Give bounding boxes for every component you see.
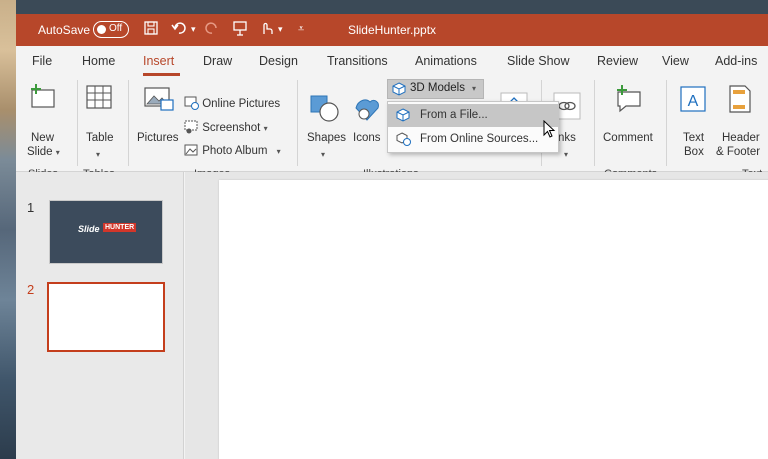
3d-models-menu: From a File... From Online Sources... xyxy=(387,101,559,153)
cube-icon xyxy=(396,108,410,122)
ribbon-tabs: File Home Insert Draw Design Transitions… xyxy=(16,46,768,76)
tab-view[interactable]: View xyxy=(662,54,689,68)
new-slide-label-1[interactable]: New xyxy=(31,131,54,145)
slidehunter-logo-slide: Slide xyxy=(78,224,100,234)
slide-number: 2 xyxy=(27,282,35,297)
separator xyxy=(77,80,78,166)
tab-insert[interactable]: Insert xyxy=(143,54,174,68)
tab-transitions[interactable]: Transitions xyxy=(327,54,388,68)
screenshot-icon xyxy=(184,120,198,134)
tab-slide-show[interactable]: Slide Show xyxy=(507,54,570,68)
menu-item-label: From Online Sources... xyxy=(420,133,539,145)
3d-models-button[interactable]: 3D Models ▾ xyxy=(387,79,484,99)
svg-text:A: A xyxy=(688,93,699,110)
pictures-icon[interactable] xyxy=(143,84,175,117)
separator xyxy=(297,80,298,166)
screenshot-label: Screenshot xyxy=(202,122,261,134)
text-box-icon[interactable]: A xyxy=(678,84,708,117)
slidehunter-logo-hunter: HUNTER xyxy=(103,223,137,232)
slide-editing-area xyxy=(185,172,768,459)
document-title: SlideHunter.pptx xyxy=(347,23,437,37)
online-pictures-icon xyxy=(184,96,199,110)
slide-number: 1 xyxy=(27,200,35,215)
tab-add-ins[interactable]: Add-ins xyxy=(715,54,757,68)
separator xyxy=(594,80,595,166)
new-slide-button[interactable]: Slide ▾ xyxy=(27,145,60,160)
menu-item-from-a-file[interactable]: From a File... xyxy=(388,104,558,127)
menu-item-label: From a File... xyxy=(420,109,488,121)
screenshot-button[interactable]: Screenshot ▾ xyxy=(184,120,268,136)
cube-icon xyxy=(392,82,406,96)
menu-item-from-online-sources[interactable]: From Online Sources... xyxy=(388,128,558,151)
slide-thumbnail-1[interactable]: Slide HUNTER xyxy=(49,200,163,264)
desktop-background xyxy=(0,0,16,459)
tab-file[interactable]: File xyxy=(32,54,52,68)
table-caret-icon[interactable]: ▾ xyxy=(96,148,100,162)
shapes-label[interactable]: Shapes xyxy=(307,131,346,145)
shapes-caret-icon[interactable]: ▾ xyxy=(321,148,325,162)
photo-album-caret-icon: ▾ xyxy=(276,147,281,156)
new-slide-icon[interactable] xyxy=(28,82,56,113)
pictures-label[interactable]: Pictures xyxy=(137,131,179,145)
comment-label[interactable]: Comment xyxy=(603,131,653,145)
text-box-label-1[interactable]: Text xyxy=(683,131,704,145)
photo-album-icon xyxy=(184,144,198,156)
tab-design[interactable]: Design xyxy=(259,54,298,68)
header-footer-label-2[interactable]: & Footer xyxy=(716,145,760,159)
table-icon[interactable] xyxy=(85,84,113,113)
online-pictures-button[interactable]: Online Pictures xyxy=(184,96,280,111)
current-slide-canvas[interactable] xyxy=(219,180,768,459)
slide-thumbnail-2[interactable] xyxy=(47,282,165,352)
new-slide-caret-icon: ▾ xyxy=(55,148,60,157)
text-box-label-2[interactable]: Box xyxy=(684,145,704,159)
powerpoint-window: AutoSave Off ▾ ▾ ⩡ SlideHunter.pptx File… xyxy=(16,14,768,459)
new-slide-label-2: Slide xyxy=(27,146,53,158)
photo-album-label: Photo Album xyxy=(202,145,268,157)
separator xyxy=(128,80,129,166)
separator xyxy=(666,80,667,166)
tab-animations[interactable]: Animations xyxy=(415,54,477,68)
icons-label[interactable]: Icons xyxy=(353,131,381,145)
icons-icon[interactable] xyxy=(352,94,382,127)
3d-models-label: 3D Models xyxy=(410,82,465,94)
screenshot-caret-icon: ▾ xyxy=(263,124,268,133)
shapes-icon[interactable] xyxy=(309,94,341,127)
photo-album-button[interactable]: Photo Album ▾ xyxy=(184,143,281,159)
tab-home[interactable]: Home xyxy=(82,54,115,68)
3d-models-caret-icon: ▾ xyxy=(472,84,477,93)
tab-review[interactable]: Review xyxy=(597,54,638,68)
header-footer-label-1[interactable]: Header xyxy=(722,131,760,145)
comment-icon[interactable] xyxy=(614,84,644,117)
online-pictures-label: Online Pictures xyxy=(202,98,281,110)
table-label[interactable]: Table xyxy=(86,131,114,145)
slide-thumbnail-pane: 1 Slide HUNTER 2 xyxy=(16,172,184,459)
globe-cube-icon xyxy=(396,132,411,146)
mouse-cursor-icon xyxy=(543,120,556,138)
links-caret-icon[interactable]: ▾ xyxy=(564,148,568,162)
title-bar: AutoSave Off ▾ ▾ ⩡ SlideHunter.pptx xyxy=(16,14,768,46)
header-footer-icon[interactable] xyxy=(727,84,753,117)
tab-draw[interactable]: Draw xyxy=(203,54,232,68)
